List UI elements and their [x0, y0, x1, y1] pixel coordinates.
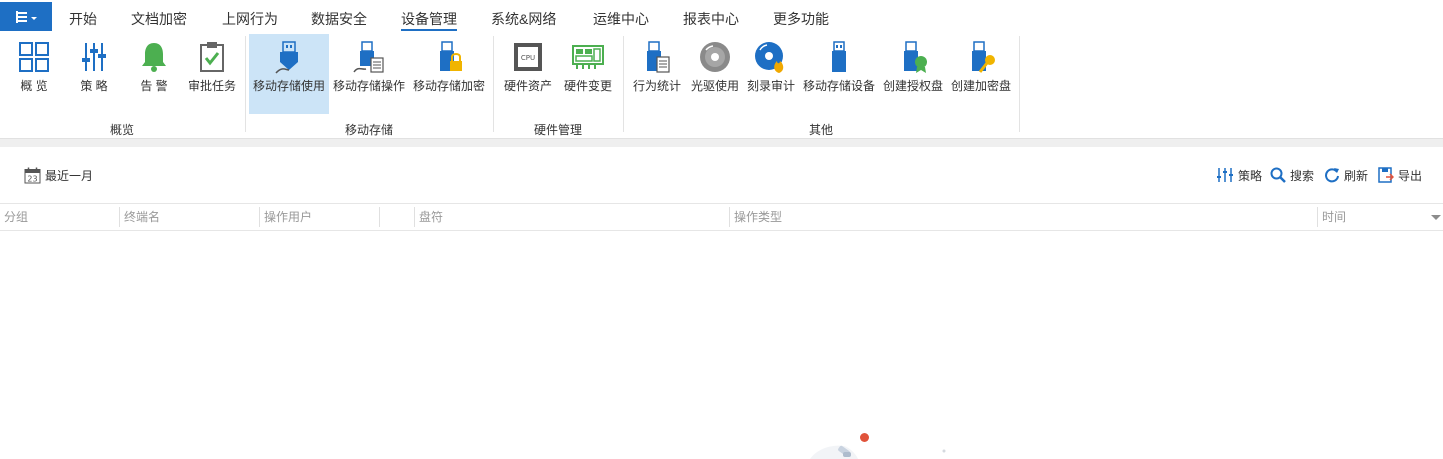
- hardware-change-label: 硬件变更: [563, 79, 612, 93]
- tab-web-behavior[interactable]: 上网行为: [222, 9, 278, 31]
- overview-label: 概 览: [20, 79, 48, 93]
- storage-device-button[interactable]: 移动存储设备: [801, 34, 877, 114]
- storage-encryption-label: 移动存储加密: [412, 79, 485, 93]
- sliders-icon: [1217, 168, 1233, 182]
- create-encrypted-disk-button[interactable]: 创建加密盘: [948, 34, 1014, 114]
- alarm-label: 告 警: [140, 79, 168, 93]
- search-icon: [1270, 167, 1286, 183]
- tab-start[interactable]: 开始: [69, 9, 97, 31]
- menu-list-icon: [15, 10, 28, 23]
- burn-audit-label: 刻录审计: [746, 79, 795, 93]
- usb-drive-icon: [832, 41, 846, 72]
- usb-drive-lock-icon: [440, 41, 462, 71]
- ribbon-bottom-bar: [0, 138, 1443, 147]
- bell-icon: [142, 43, 166, 72]
- storage-device-label: 移动存储设备: [802, 79, 875, 93]
- create-encrypted-disk-label: 创建加密盘: [950, 79, 1011, 93]
- hardware-change-button[interactable]: 硬件变更: [560, 34, 616, 114]
- usb-drive-key-icon: [972, 41, 995, 73]
- behavior-stats-button[interactable]: 行为统计: [630, 34, 684, 114]
- column-header-blank[interactable]: [380, 204, 384, 230]
- approval-task-button[interactable]: 审批任务: [184, 34, 240, 114]
- calendar-icon: 23: [24, 167, 41, 183]
- refresh-label: 刷新: [1344, 168, 1369, 183]
- group-divider: [623, 36, 624, 132]
- group-label-removable-storage: 移动存储: [345, 123, 394, 137]
- refresh-button[interactable]: 刷新: [1324, 166, 1368, 184]
- export-icon: [1378, 167, 1394, 183]
- search-button[interactable]: 搜索: [1270, 166, 1314, 184]
- approval-task-label: 审批任务: [187, 79, 236, 93]
- calendar-day: 23: [27, 174, 37, 183]
- grid-icon: [19, 42, 49, 72]
- policy-label: 策 略: [80, 79, 108, 93]
- optical-disc-icon: [700, 42, 730, 72]
- hardware-assets-label: 硬件资产: [503, 79, 552, 93]
- tab-ops-center[interactable]: 运维中心: [593, 9, 649, 31]
- cpu-icon: CPU: [514, 43, 542, 71]
- storage-usage-label: 移动存储使用: [252, 79, 325, 93]
- tab-report-center[interactable]: 报表中心: [683, 9, 739, 31]
- ribbon: 概 览 策 略 告 警 审批任务 概览 移动存储使用 移动存储操作 移动存储加密…: [0, 32, 1443, 138]
- create-auth-disk-label: 创建授权盘: [882, 79, 943, 93]
- group-label-hardware: 硬件管理: [534, 123, 583, 137]
- create-auth-disk-button[interactable]: 创建授权盘: [880, 34, 946, 114]
- tab-doc-encryption[interactable]: 文档加密: [131, 9, 187, 31]
- empty-state-illustration: [810, 445, 946, 459]
- storage-operation-button[interactable]: 移动存储操作: [331, 34, 407, 114]
- storage-usage-button[interactable]: 移动存储使用: [249, 34, 329, 114]
- sort-descending-icon[interactable]: [1431, 215, 1441, 220]
- tab-data-security[interactable]: 数据安全: [311, 9, 367, 31]
- app-menu-button[interactable]: [0, 2, 52, 31]
- usb-drive-report-icon: [647, 41, 670, 73]
- usb-drive-icon: [275, 41, 298, 74]
- table-header: 分组 终端名 操作用户 盘符 操作类型 时间: [0, 203, 1443, 231]
- tab-device-management[interactable]: 设备管理: [401, 9, 457, 31]
- column-header-drive-letter[interactable]: 盘符: [415, 204, 443, 230]
- chevron-down-icon: [30, 17, 37, 20]
- column-header-time[interactable]: 时间: [1318, 204, 1346, 230]
- column-header-operating-user[interactable]: 操作用户: [260, 204, 312, 230]
- policy-toolbar-label: 策略: [1238, 168, 1263, 183]
- search-label: 搜索: [1290, 168, 1315, 183]
- clipboard-check-icon: [200, 42, 224, 72]
- alarm-button[interactable]: 告 警: [128, 34, 180, 114]
- policy-toolbar-button[interactable]: 策略: [1216, 166, 1262, 184]
- behavior-stats-label: 行为统计: [632, 79, 681, 93]
- storage-encryption-button[interactable]: 移动存储加密: [411, 34, 487, 114]
- overview-button[interactable]: 概 览: [8, 34, 60, 114]
- tab-system-network[interactable]: 系统&网络: [491, 9, 556, 31]
- group-divider: [493, 36, 494, 132]
- date-range-button[interactable]: 23 最近一月: [24, 166, 93, 184]
- export-label: 导出: [1398, 168, 1423, 183]
- storage-operation-label: 移动存储操作: [332, 79, 405, 93]
- hardware-assets-button[interactable]: CPU 硬件资产: [500, 34, 556, 114]
- column-header-terminal-name[interactable]: 终端名: [120, 204, 160, 230]
- circuit-board-icon: [572, 45, 604, 69]
- sliders-icon: [82, 43, 106, 71]
- usb-drive-badge-icon: [904, 41, 927, 73]
- column-header-group[interactable]: 分组: [0, 204, 28, 230]
- burn-audit-button[interactable]: 刻录审计: [745, 34, 797, 114]
- optical-usage-label: 光驱使用: [690, 79, 739, 93]
- svg-text:CPU: CPU: [521, 54, 535, 62]
- column-header-operation-type[interactable]: 操作类型: [730, 204, 782, 230]
- export-button[interactable]: 导出: [1378, 166, 1422, 184]
- optical-usage-button[interactable]: 光驱使用: [688, 34, 742, 114]
- group-label-other: 其他: [809, 123, 834, 137]
- group-divider: [1019, 36, 1020, 132]
- menu-bar: 开始 文档加密 上网行为 数据安全 设备管理 系统&网络 运维中心 报表中心 更…: [0, 0, 1443, 32]
- group-divider: [245, 36, 246, 132]
- usb-drive-log-icon: [353, 41, 384, 73]
- policy-button[interactable]: 策 略: [68, 34, 120, 114]
- group-label-overview: 概览: [110, 123, 135, 137]
- refresh-icon: [1325, 168, 1339, 183]
- disc-burn-icon: [755, 42, 784, 73]
- date-range-label: 最近一月: [45, 168, 94, 183]
- tab-more-features[interactable]: 更多功能: [773, 9, 829, 31]
